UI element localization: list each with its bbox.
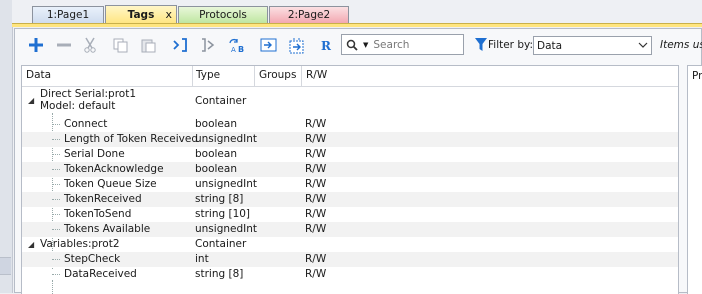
minus-icon[interactable] — [55, 36, 73, 54]
tree-row-container[interactable]: ◢ Variables:prot2 Container — [22, 237, 678, 252]
col-separator[interactable] — [192, 66, 193, 86]
table-row[interactable]: TokenToSend string [10] R/W — [22, 207, 678, 222]
close-icon[interactable]: x — [165, 8, 172, 21]
tag-export-icon[interactable] — [287, 36, 305, 54]
left-dock-strip — [0, 0, 13, 293]
tree-line — [52, 259, 60, 260]
svg-text:A: A — [231, 46, 236, 53]
plus-icon[interactable] — [27, 36, 45, 54]
tree-line — [52, 184, 60, 185]
tab-tags[interactable]: Tags x — [105, 5, 177, 24]
table-row[interactable]: Length of Token Received unsignedInt R/W — [22, 132, 678, 147]
tags-panel: AB R ▼ Filter by: Data Items u — [14, 28, 702, 294]
table-row[interactable]: Token Queue Size unsignedInt R/W — [22, 177, 678, 192]
filter-icon — [475, 38, 487, 51]
tree-line — [52, 280, 53, 294]
svg-text:B: B — [238, 45, 244, 53]
tab-protocols[interactable]: Protocols — [178, 6, 268, 23]
cut-icon[interactable] — [81, 36, 99, 54]
search-box[interactable]: ▼ — [341, 34, 464, 55]
bracket-icon[interactable] — [171, 36, 189, 54]
table-row[interactable]: Tokens Available unsignedInt R/W — [22, 222, 678, 237]
search-input[interactable] — [371, 37, 461, 52]
table-row[interactable]: TokenReceived string [8] R/W — [22, 192, 678, 207]
filter-select[interactable]: Data — [533, 36, 652, 55]
properties-pane-label: Pr — [692, 70, 702, 82]
tree-line — [52, 169, 60, 170]
table-row[interactable]: Connect boolean R/W — [22, 117, 678, 132]
tab-underline — [12, 23, 702, 27]
search-icon — [346, 39, 360, 51]
dock-marker[interactable] — [0, 257, 11, 275]
paste-icon[interactable] — [139, 36, 157, 54]
r-icon[interactable]: R — [317, 36, 335, 54]
table-row[interactable]: Serial Done boolean R/W — [22, 147, 678, 162]
col-header-type[interactable]: Type — [196, 69, 220, 81]
filter-label: Filter by: — [488, 39, 533, 51]
col-separator[interactable] — [254, 66, 255, 86]
collapse-icon[interactable]: ◢ — [28, 240, 34, 249]
col-header-data[interactable]: Data — [26, 69, 51, 81]
bracket-outline-icon[interactable] — [199, 36, 217, 54]
tree-line — [52, 139, 60, 140]
tab-page1[interactable]: 1:Page1 — [32, 6, 104, 23]
col-header-groups[interactable]: Groups — [259, 69, 296, 81]
properties-pane: Pr — [687, 65, 702, 294]
search-dropdown-icon[interactable]: ▼ — [363, 41, 368, 49]
copy-icon[interactable] — [111, 36, 129, 54]
tree-line — [52, 154, 60, 155]
tree-line — [52, 274, 60, 275]
table-row[interactable]: StepCheck int R/W — [22, 252, 678, 267]
collapse-icon[interactable]: ◢ — [28, 96, 34, 105]
sort-caret-icon: ^ — [118, 65, 127, 72]
tree-row-container[interactable]: ◢ Direct Serial:prot1 Model: default Con… — [22, 87, 678, 117]
tree-line — [52, 214, 60, 215]
tags-grid: ^ Data Type Groups R/W ◢ Direct Serial:p… — [21, 65, 679, 294]
tree-line — [52, 229, 60, 230]
col-separator[interactable] — [301, 66, 302, 86]
table-row[interactable]: DataReceived string [8] R/W — [22, 267, 678, 282]
grid-header: ^ Data Type Groups R/W — [22, 65, 678, 87]
table-row[interactable]: TokenAcknowledge boolean R/W — [22, 162, 678, 177]
svg-text:R: R — [321, 39, 332, 52]
tab-page2[interactable]: 2:Page2 — [269, 6, 349, 23]
col-header-rw[interactable]: R/W — [306, 69, 327, 81]
tree-line — [52, 199, 60, 200]
items-used-label: Items us — [660, 39, 702, 51]
tags-toolbar: AB R ▼ Filter by: Data Items u — [15, 29, 702, 62]
sort-ab-icon[interactable]: AB — [229, 36, 247, 54]
tree-line — [52, 124, 60, 125]
chevron-down-icon — [638, 40, 648, 53]
tag-import-icon[interactable] — [259, 36, 277, 54]
